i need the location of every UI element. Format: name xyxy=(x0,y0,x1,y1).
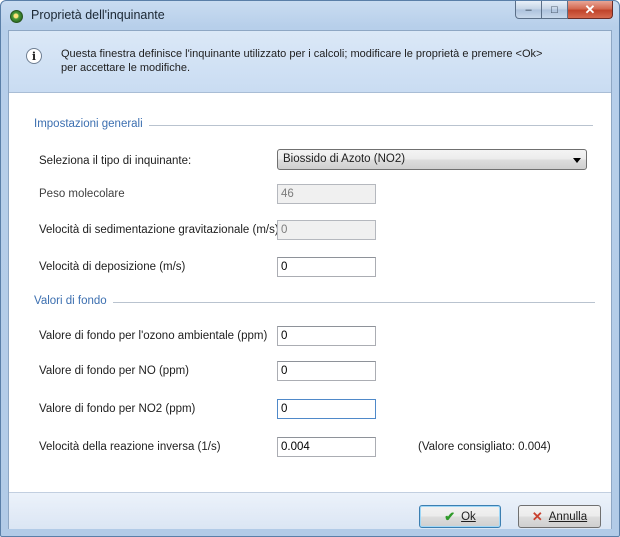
pollutant-type-value: Biossido di Azoto (NO2) xyxy=(283,153,406,165)
cancel-x-icon: ✕ xyxy=(531,508,543,524)
chevron-down-icon[interactable] xyxy=(573,158,581,163)
background-group-title: Valori di fondo xyxy=(34,295,113,307)
sedimentation-velocity-label: Velocità di sedimentazione gravitazional… xyxy=(39,224,279,236)
window-title: Proprietà dell'inquinante xyxy=(31,8,165,22)
no2-background-label: Valore di fondo per NO2 (ppm) xyxy=(39,403,196,415)
ozone-background-label: Valore di fondo per l'ozono ambientale (… xyxy=(39,330,268,342)
pollutant-type-select[interactable]: Biossido di Azoto (NO2) xyxy=(277,149,587,170)
caption-buttons: – □ ✕ xyxy=(515,1,613,20)
no-background-field[interactable]: 0 xyxy=(277,361,376,381)
ok-button-label: Ok xyxy=(461,510,476,523)
ozone-background-field[interactable]: 0 xyxy=(277,326,376,346)
button-bar: ✔ Ok ✕ Annulla xyxy=(9,492,611,529)
cancel-button-label: Annulla xyxy=(548,510,588,523)
sedimentation-velocity-field: 0 xyxy=(277,220,376,240)
info-icon: i xyxy=(26,48,42,64)
reverse-reaction-rate-field[interactable]: 0.004 xyxy=(277,437,376,457)
general-group-title: Impostazioni generali xyxy=(34,118,149,130)
no2-background-field[interactable]: 0 xyxy=(277,399,376,419)
dialog-window: Proprietà dell'inquinante – □ ✕ i Questa… xyxy=(0,0,620,537)
deposition-velocity-label: Velocità di deposizione (m/s) xyxy=(39,261,186,273)
cancel-button[interactable]: ✕ Annulla xyxy=(518,505,601,528)
close-button[interactable]: ✕ xyxy=(568,1,613,19)
info-banner: i Questa finestra definisce l'inquinante… xyxy=(9,31,611,93)
minimize-button[interactable]: – xyxy=(515,1,542,19)
maximize-button[interactable]: □ xyxy=(542,1,568,19)
general-group-divider xyxy=(135,125,593,127)
checkmark-icon: ✔ xyxy=(444,508,456,524)
title-bar[interactable]: Proprietà dell'inquinante – □ ✕ xyxy=(1,1,619,31)
recommended-value-note: (Valore consigliato: 0.004) xyxy=(418,441,551,453)
pollutant-type-label: Seleziona il tipo di inquinante: xyxy=(39,155,192,167)
deposition-velocity-field[interactable]: 0 xyxy=(277,257,376,277)
molecular-weight-label: Peso molecolare xyxy=(39,188,125,200)
dialog-client-area: i Questa finestra definisce l'inquinante… xyxy=(8,30,612,529)
ok-button[interactable]: ✔ Ok xyxy=(419,505,501,528)
info-text: Questa finestra definisce l'inquinante u… xyxy=(61,48,543,74)
pollutant-app-icon xyxy=(10,10,23,23)
background-group-divider xyxy=(107,302,595,304)
no-background-label: Valore di fondo per NO (ppm) xyxy=(39,365,189,377)
molecular-weight-field: 46 xyxy=(277,184,376,204)
reverse-reaction-rate-label: Velocità della reazione inversa (1/s) xyxy=(39,441,221,453)
